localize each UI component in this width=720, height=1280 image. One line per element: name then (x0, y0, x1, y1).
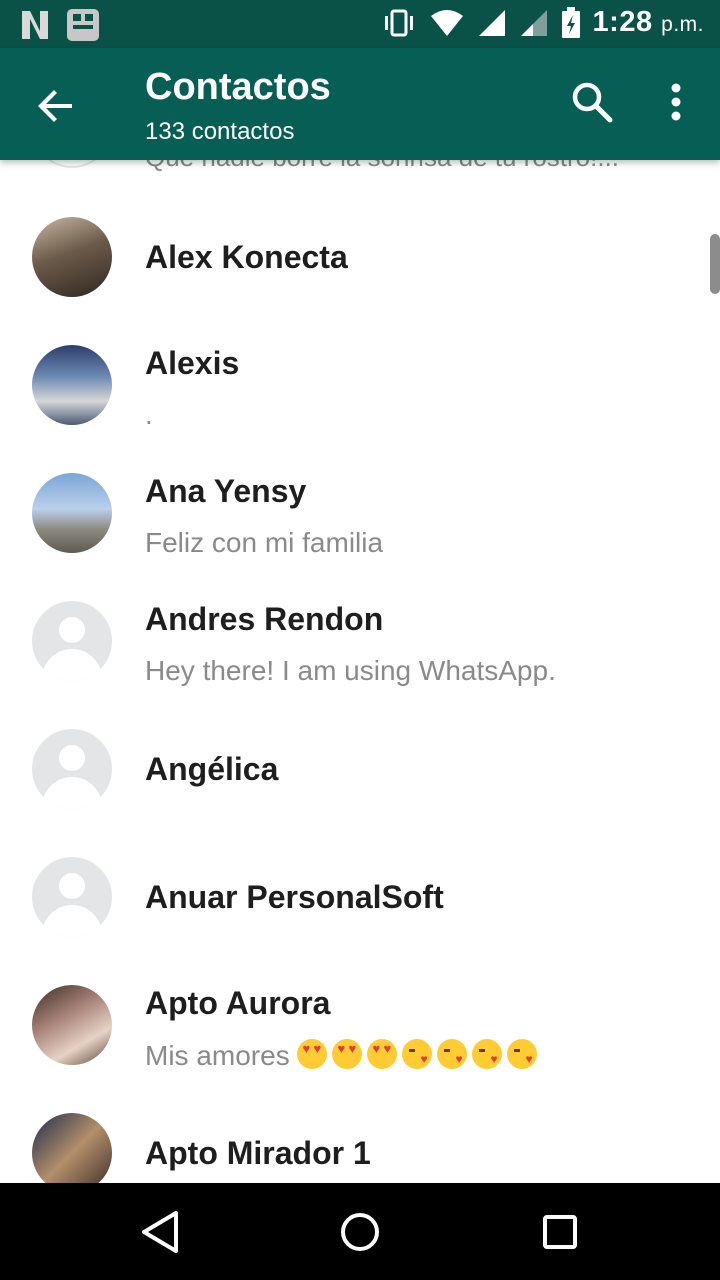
contact-row[interactable]: Ana Yensy Feliz con mi familia (0, 451, 720, 579)
contact-name: Ana Yensy (145, 473, 307, 509)
avatar (32, 985, 112, 1065)
heart-eyes-emoji-icon (297, 1039, 328, 1069)
square-recents-icon[interactable] (535, 1207, 585, 1257)
contact-row[interactable]: Andres Rendon Hey there! I am using What… (0, 579, 720, 707)
more-vert-icon[interactable] (656, 78, 696, 126)
wifi-icon (430, 9, 463, 36)
netflix-notification-icon (22, 11, 48, 39)
avatar (32, 345, 112, 425)
contact-row[interactable]: Alexis . (0, 323, 720, 451)
contact-status: . (145, 399, 153, 430)
circle-home-icon[interactable] (335, 1207, 385, 1257)
contact-row[interactable]: Angélica (0, 707, 720, 835)
kiss-emoji-icon (437, 1039, 468, 1069)
app-bar: Contactos 133 contactos (0, 48, 720, 160)
contact-name: Angélica (145, 751, 279, 787)
contact-count: 133 contactos (145, 118, 295, 145)
contact-status: Feliz con mi familia (145, 527, 384, 558)
contact-row[interactable]: Alex Konecta (0, 195, 720, 323)
contact-row[interactable]: Apto Mirador 1 (0, 1091, 720, 1183)
vibrate-icon (384, 9, 413, 36)
default-avatar-icon (32, 601, 112, 681)
kiss-emoji-icon (472, 1039, 503, 1069)
signal-weak-icon (520, 9, 547, 36)
avatar (32, 1113, 112, 1183)
contact-list: Alex Konecta Alexis . Ana Yensy Feliz co… (0, 195, 720, 1183)
kiss-emoji-icon (507, 1039, 538, 1069)
contact-name: Anuar PersonalSoft (145, 879, 444, 915)
contact-name: Alexis (145, 345, 240, 381)
default-avatar-icon (32, 729, 112, 809)
avatar (32, 217, 112, 297)
contact-status: Hey there! I am using WhatsApp. (145, 655, 556, 686)
contact-row[interactable]: Apto Aurora Mis amores (0, 963, 720, 1091)
page-title: Contactos (145, 66, 331, 108)
kiss-emoji-icon (402, 1039, 433, 1069)
contact-name: Apto Mirador 1 (145, 1135, 371, 1171)
triangle-back-icon[interactable] (136, 1207, 186, 1257)
avatar (32, 473, 112, 553)
contact-status: Mis amores (145, 1039, 542, 1072)
contact-name: Alex Konecta (145, 239, 348, 275)
status-bar: 1:28 p.m. (0, 0, 720, 48)
heart-eyes-emoji-icon (332, 1039, 363, 1069)
navigation-bar (0, 1183, 720, 1280)
back-arrow-icon[interactable] (32, 82, 80, 130)
contact-name: Apto Aurora (145, 985, 331, 1021)
status-time: 1:28 p.m. (592, 6, 704, 38)
search-icon[interactable] (568, 78, 616, 126)
app-notification-icon (67, 9, 99, 41)
heart-eyes-emoji-icon (367, 1039, 398, 1069)
contact-row[interactable]: Anuar PersonalSoft (0, 835, 720, 963)
battery-charging-icon (561, 6, 580, 38)
scrollbar-thumb[interactable] (710, 234, 720, 294)
default-avatar-icon (32, 857, 112, 937)
signal-icon (478, 9, 505, 36)
contact-name: Andres Rendon (145, 601, 384, 637)
